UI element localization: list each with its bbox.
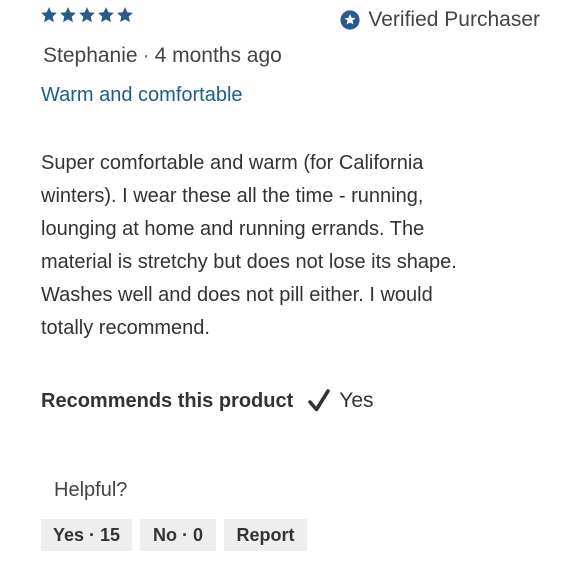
review-card: Verified Purchaser Stephanie · 4 months ag… [0, 0, 580, 580]
star-icon [41, 7, 57, 23]
recommends-row: Recommends this product Yes [41, 388, 374, 414]
star-badge-icon [340, 10, 360, 30]
meta-separator: · [142, 44, 150, 67]
helpful-no-button[interactable]: No · 0 [140, 519, 216, 551]
star-rating [40, 6, 134, 30]
recommends-value: Yes [339, 389, 374, 412]
review-title: Warm and comfortable [41, 84, 243, 106]
star-icon [117, 7, 133, 23]
verified-purchaser-badge: Verified Purchaser [340, 8, 540, 32]
author-name: Stephanie [43, 44, 138, 67]
star-icon [79, 7, 95, 23]
report-button[interactable]: Report [224, 519, 307, 551]
recommends-label: Recommends this product [41, 389, 294, 412]
star-icon [98, 7, 114, 23]
star-icon [60, 7, 76, 23]
post-date: 4 months ago [154, 44, 282, 67]
verified-label: Verified Purchaser [368, 8, 540, 31]
review-body: Super comfortable and warm (for Californ… [41, 152, 457, 339]
review-meta: Stephanie · 4 months ago [43, 44, 282, 68]
helpful-label: Helpful? [54, 479, 128, 501]
checkmark-icon [308, 389, 331, 412]
feedback-actions: Yes · 15 No · 0 Report [41, 519, 307, 551]
helpful-yes-button[interactable]: Yes · 15 [41, 519, 132, 551]
